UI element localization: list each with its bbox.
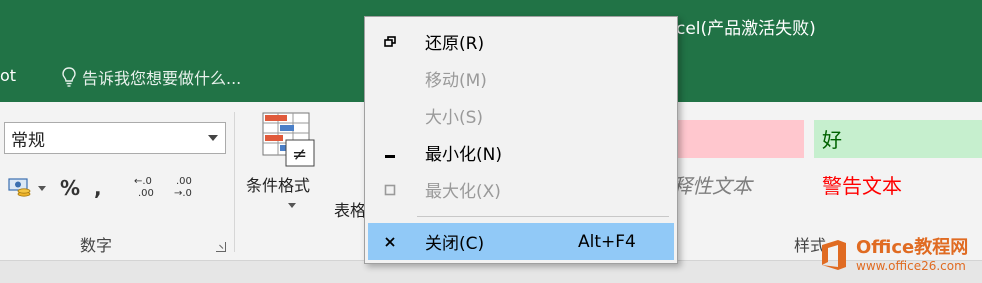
- chevron-down-icon: [38, 185, 46, 191]
- restore-icon: [380, 32, 400, 52]
- minimize-icon: [380, 143, 400, 163]
- svg-text:.00: .00: [176, 176, 192, 187]
- tell-me-text: 告诉我您想要做什么...: [82, 69, 242, 88]
- decrease-decimal-icon: .00 →.0: [174, 176, 192, 199]
- style-bad-cell[interactable]: [676, 120, 804, 158]
- ribbon-tab[interactable]: ot: [0, 66, 16, 85]
- menu-item-size[interactable]: 大小(S): [368, 97, 674, 134]
- tell-me-box[interactable]: 告诉我您想要做什么...: [62, 65, 241, 89]
- style-explanatory-cell[interactable]: 释性文本: [672, 170, 806, 199]
- accounting-format-button[interactable]: [8, 176, 46, 200]
- conditional-format-icon: ≠: [262, 112, 315, 167]
- number-group-label: 数字: [80, 236, 113, 255]
- comma-style-button[interactable]: ,: [94, 176, 102, 200]
- number-format-value: 常规: [11, 130, 45, 151]
- conditional-format-button[interactable]: ≠: [262, 112, 316, 174]
- menu-item-close[interactable]: 关闭(C) Alt+F4: [368, 223, 674, 260]
- svg-text:→.0: →.0: [174, 188, 192, 198]
- dialog-launcher-icon[interactable]: [216, 242, 226, 252]
- watermark-url: www.office26.com: [856, 258, 966, 273]
- increase-decimal-button[interactable]: ←.0 .00: [132, 174, 158, 202]
- menu-item-move[interactable]: 移动(M): [368, 60, 674, 97]
- percent-style-button[interactable]: %: [60, 176, 80, 200]
- chevron-down-icon[interactable]: [288, 203, 296, 208]
- menu-item-maximize[interactable]: 最大化(X): [368, 171, 674, 208]
- close-accelerator: Alt+F4: [578, 231, 636, 252]
- close-icon: [380, 232, 400, 252]
- svg-text:.00: .00: [138, 188, 154, 198]
- chevron-down-icon: [208, 135, 218, 141]
- format-as-table-label[interactable]: 表格: [334, 197, 366, 221]
- system-menu: 还原(R) 移动(M) 大小(S) 最小化(N) 最大化(X) 关闭(C) Al…: [364, 16, 678, 264]
- watermark: Office教程网 www.office26.com: [818, 238, 968, 272]
- style-good-cell[interactable]: 好: [814, 120, 982, 158]
- lightbulb-icon: [62, 67, 76, 87]
- maximize-icon: [380, 180, 400, 200]
- currency-icon: [8, 178, 31, 197]
- menu-item-minimize[interactable]: 最小化(N): [368, 134, 674, 171]
- decrease-decimal-button[interactable]: .00 →.0: [172, 174, 198, 202]
- number-format-select[interactable]: 常规: [4, 122, 226, 154]
- number-tools: % , ←.0 .00 .00 →.0: [8, 174, 198, 202]
- watermark-name: Office教程网: [856, 236, 969, 258]
- menu-item-restore[interactable]: 还原(R): [368, 23, 674, 60]
- increase-decimal-icon: ←.0 .00: [134, 176, 154, 199]
- conditional-format-label[interactable]: 条件格式: [246, 172, 310, 196]
- window-title: cel(产品激活失败): [676, 19, 816, 39]
- menu-separator: [417, 216, 669, 217]
- office-logo-icon: [822, 240, 846, 270]
- group-divider: [234, 112, 235, 252]
- svg-text:←.0: ←.0: [134, 176, 152, 187]
- style-warning-cell[interactable]: 警告文本: [822, 170, 902, 199]
- svg-text:≠: ≠: [292, 144, 307, 165]
